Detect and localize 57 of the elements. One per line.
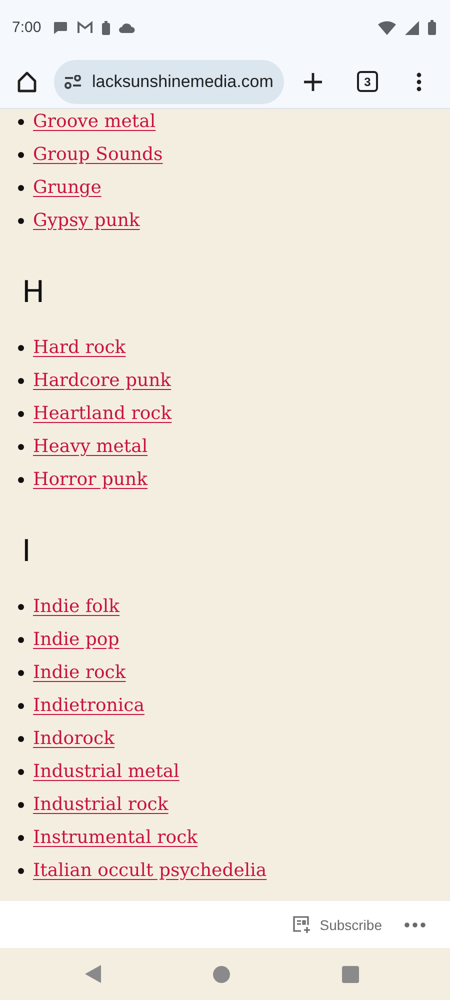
chat-icon	[52, 20, 68, 34]
bullet-icon	[18, 344, 24, 350]
battery-icon	[428, 20, 436, 35]
genre-link[interactable]: Industrial rock	[33, 794, 168, 815]
battery-icon	[102, 20, 110, 34]
bullet-icon	[18, 378, 24, 384]
status-time: 7:00	[12, 19, 42, 36]
subscribe-button[interactable]: Subscribe	[292, 915, 382, 934]
genre-link[interactable]: Instrumental rock	[33, 827, 198, 848]
recents-icon[interactable]	[342, 966, 359, 982]
genre-link[interactable]: Industrial metal	[33, 761, 180, 782]
genre-link[interactable]: Indie rock	[33, 662, 126, 683]
bullet-icon	[18, 118, 24, 124]
genre-link[interactable]: Gypsy punk	[33, 210, 140, 231]
genre-link[interactable]: Indorock	[33, 728, 114, 749]
home-icon[interactable]	[16, 70, 38, 92]
bullet-icon	[18, 702, 24, 708]
address-bar[interactable]: lacksunshinemedia.com	[54, 60, 284, 104]
genre-link[interactable]: Groove metal	[33, 111, 156, 132]
section-heading: I	[22, 533, 32, 571]
genre-link[interactable]: Grunge	[33, 177, 102, 198]
reader-add-icon	[292, 915, 312, 934]
genre-link[interactable]: Italian occult psychedelia	[33, 860, 267, 881]
bullet-icon	[18, 444, 24, 450]
genre-link[interactable]: Indietronica	[33, 695, 144, 716]
signal-icon	[405, 20, 419, 34]
genre-link[interactable]: Horror punk	[33, 469, 148, 490]
bullet-icon	[18, 736, 24, 742]
bullet-icon	[18, 218, 24, 224]
bullet-icon	[18, 410, 24, 416]
genre-link[interactable]: Heavy metal	[33, 436, 148, 457]
bullet-icon	[18, 670, 24, 676]
genre-link[interactable]: Indie folk	[33, 596, 120, 617]
cloud-icon	[119, 22, 136, 32]
genre-link[interactable]: Indie pop	[33, 629, 120, 650]
bullet-icon	[18, 152, 24, 158]
bullet-icon	[18, 476, 24, 482]
site-settings-icon[interactable]	[64, 74, 82, 88]
bullet-icon	[18, 636, 24, 642]
genre-link[interactable]: Hardcore punk	[33, 370, 172, 391]
wifi-icon	[378, 20, 396, 34]
tab-switcher-button[interactable]: 3	[357, 71, 378, 92]
genre-link[interactable]: Heartland rock	[33, 403, 172, 424]
mail-icon	[77, 21, 94, 34]
genre-link[interactable]: Hard rock	[33, 337, 126, 358]
bullet-icon	[18, 802, 24, 808]
back-icon[interactable]	[85, 965, 101, 983]
more-icon[interactable]	[404, 922, 426, 928]
bullet-icon	[18, 834, 24, 840]
section-heading: H	[22, 274, 46, 312]
more-options-icon[interactable]	[416, 72, 422, 92]
genre-link[interactable]: Group Sounds	[33, 144, 163, 165]
bullet-icon	[18, 184, 24, 190]
new-tab-icon[interactable]	[303, 72, 323, 92]
bullet-icon	[18, 604, 24, 610]
bullet-icon	[18, 868, 24, 874]
bullet-icon	[18, 768, 24, 774]
